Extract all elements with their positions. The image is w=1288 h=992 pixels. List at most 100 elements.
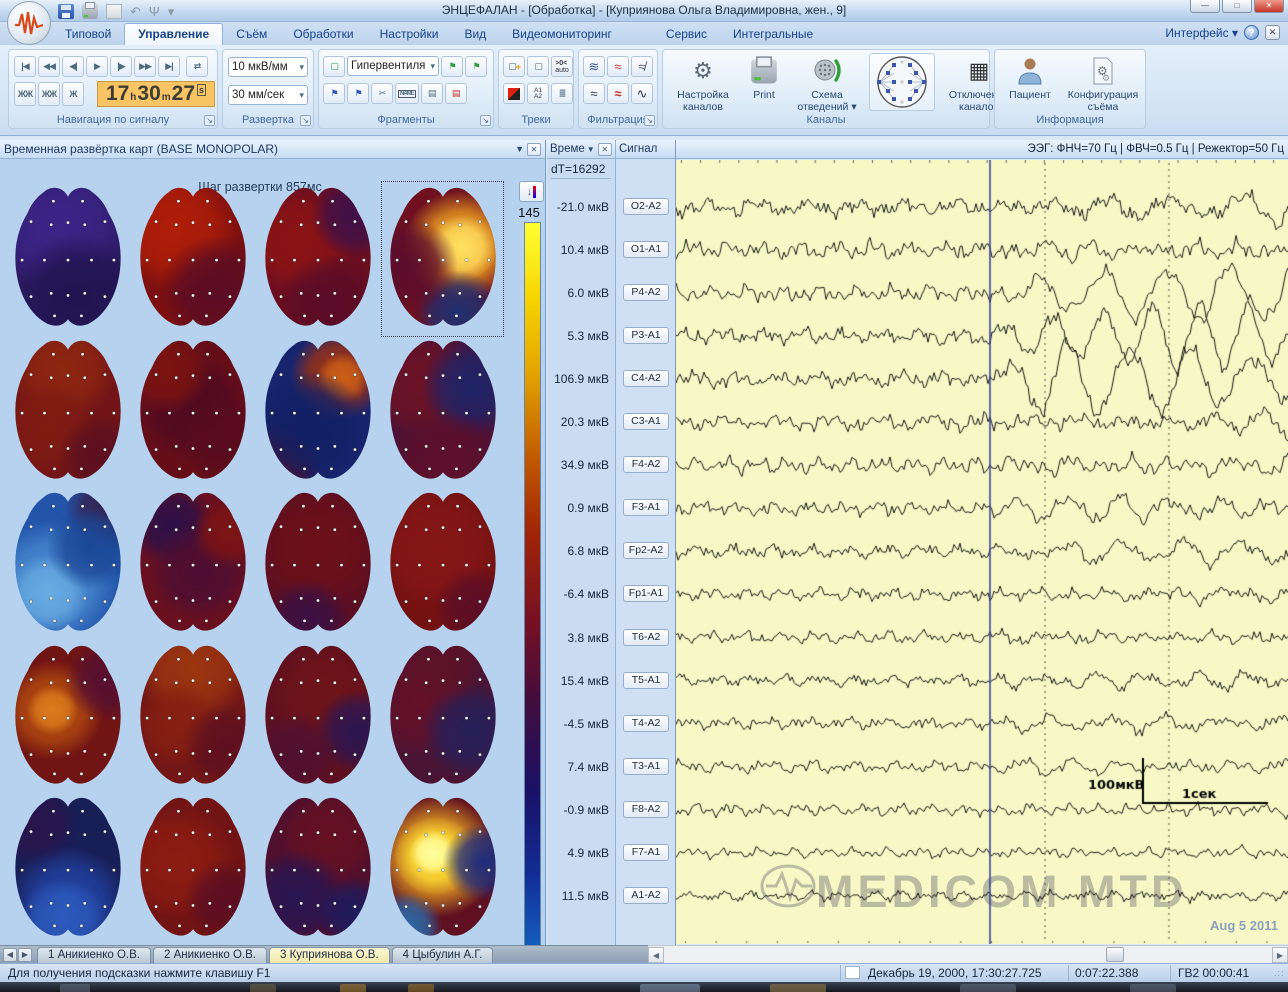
topography-map-18[interactable] bbox=[137, 793, 249, 943]
menu-tab-7[interactable]: Видеомониторинг bbox=[499, 24, 625, 45]
patient-tab-2[interactable]: 2 Аникиенко О.В. bbox=[153, 947, 267, 963]
topography-map-7[interactable] bbox=[262, 336, 374, 486]
time-column-close-icon[interactable]: ✕ bbox=[598, 143, 612, 156]
flag-next-button[interactable]: ⚑ bbox=[465, 56, 487, 77]
topography-map-5[interactable] bbox=[12, 336, 124, 486]
topography-map-2[interactable] bbox=[137, 183, 249, 333]
tab-scroll-left-icon[interactable]: ◀ bbox=[3, 948, 17, 962]
channel-button-C3-A1[interactable]: C3-A1 bbox=[623, 413, 669, 430]
channel-button-C4-A2[interactable]: C4-A2 bbox=[623, 370, 669, 387]
montage-scheme-button[interactable]: Схема отведений ▾ bbox=[789, 54, 865, 113]
menu-tab-1[interactable]: Типовой bbox=[52, 24, 124, 45]
channel-button-T3-A1[interactable]: T3-A1 bbox=[623, 758, 669, 775]
step-forward-button[interactable]: |▶ bbox=[110, 56, 132, 77]
dialog-launcher-icon[interactable]: ↘ bbox=[644, 115, 655, 126]
scroll-right-icon[interactable]: ▶ bbox=[1272, 947, 1288, 963]
maximize-button[interactable]: □ bbox=[1222, 0, 1252, 13]
skip-end-button[interactable]: ▶| bbox=[158, 56, 180, 77]
channel-button-F7-A1[interactable]: F7-A1 bbox=[623, 844, 669, 861]
channel-setup-button[interactable]: ⚙ Настройка каналов bbox=[667, 54, 739, 113]
topography-map-14[interactable] bbox=[137, 641, 249, 791]
track-add-button[interactable]: ▢+ bbox=[503, 56, 525, 77]
track-page-button[interactable]: ▢ bbox=[527, 56, 549, 77]
dialog-launcher-icon[interactable]: ↘ bbox=[480, 115, 491, 126]
topography-map-11[interactable] bbox=[262, 488, 374, 638]
menu-tab-9[interactable]: Интегральные bbox=[720, 24, 826, 45]
channel-button-O1-A1[interactable]: O1-A1 bbox=[623, 241, 669, 258]
resize-grip[interactable]: .:: bbox=[1274, 968, 1286, 980]
fragment-end-button[interactable]: ⚑ bbox=[347, 83, 369, 104]
menu-tab-8[interactable]: Сервис bbox=[653, 24, 720, 45]
filter-band-button[interactable]: ≈ bbox=[583, 83, 605, 104]
channel-button-F8-A2[interactable]: F8-A2 bbox=[623, 801, 669, 818]
interface-menu[interactable]: Интерфейс ▾ bbox=[1165, 26, 1238, 40]
fragment-list-button[interactable]: ▤ bbox=[421, 83, 443, 104]
topography-map-10[interactable] bbox=[137, 488, 249, 638]
menu-tab-4[interactable]: Обработки bbox=[280, 24, 366, 45]
channel-button-T4-A2[interactable]: T4-A2 bbox=[623, 715, 669, 732]
patient-tab-3[interactable]: 3 Куприянова О.В. bbox=[269, 947, 390, 963]
gain-select[interactable]: 10 мкВ/мм▾ bbox=[228, 57, 308, 77]
menu-tab-2[interactable]: Управление bbox=[124, 23, 223, 45]
patient-tab-1[interactable]: 1 Аникиенко О.В. bbox=[37, 947, 151, 963]
channel-button-O2-A2[interactable]: O2-A2 bbox=[623, 198, 669, 215]
walk-clock-button[interactable]: Ж bbox=[62, 82, 84, 106]
menu-tab-6[interactable]: Вид bbox=[451, 24, 499, 45]
channel-button-Fp1-A1[interactable]: Fp1-A1 bbox=[623, 585, 669, 602]
fragment-name-button[interactable]: NAME bbox=[395, 83, 419, 104]
track-invert-button[interactable] bbox=[503, 83, 525, 104]
fragment-type-select[interactable]: Гипервентиляц ▾ bbox=[347, 56, 439, 76]
channel-button-P4-A2[interactable]: P4-A2 bbox=[623, 284, 669, 301]
topography-map-3[interactable] bbox=[262, 183, 374, 333]
topography-map-17[interactable] bbox=[12, 793, 124, 943]
fragment-page-button[interactable]: ▢ bbox=[323, 56, 345, 77]
filter-lowpass-button[interactable]: ≋ bbox=[583, 56, 605, 77]
insert-mark-button[interactable]: ⇄ bbox=[186, 56, 208, 77]
filter-highpass-button[interactable]: ≈ bbox=[607, 56, 629, 77]
print-button[interactable]: Print bbox=[743, 54, 785, 101]
speed-select[interactable]: 30 мм/сек▾ bbox=[228, 85, 308, 105]
close-button[interactable]: ✕ bbox=[1254, 0, 1284, 13]
filter-notch-button[interactable]: ≉ bbox=[631, 56, 653, 77]
topography-map-1[interactable] bbox=[12, 183, 124, 333]
channel-button-P3-A1[interactable]: P3-A1 bbox=[623, 327, 669, 344]
topography-map-19[interactable] bbox=[262, 793, 374, 943]
channel-button-T5-A1[interactable]: T5-A1 bbox=[623, 672, 669, 689]
track-reference-button[interactable]: A1A2 bbox=[527, 83, 549, 104]
topography-map-15[interactable] bbox=[262, 641, 374, 791]
track-link-button[interactable]: ≣ bbox=[551, 83, 573, 104]
topography-map-12[interactable] bbox=[387, 488, 499, 638]
topography-map-16[interactable] bbox=[387, 641, 499, 791]
minimize-button[interactable]: — bbox=[1190, 0, 1220, 13]
fragment-start-button[interactable]: ⚑ bbox=[323, 83, 345, 104]
scroll-left-icon[interactable]: ◀ bbox=[648, 947, 664, 963]
horizontal-scrollbar[interactable]: ◀ ▶ bbox=[648, 945, 1288, 963]
eeg-traces-canvas[interactable] bbox=[676, 160, 1288, 944]
help-icon[interactable]: ? bbox=[1244, 25, 1259, 40]
channel-button-F4-A2[interactable]: F4-A2 bbox=[623, 456, 669, 473]
step-back-button[interactable]: ◀| bbox=[62, 56, 84, 77]
fragment-delete-button[interactable]: ▤ bbox=[445, 83, 467, 104]
fragment-cut-button[interactable]: ✂ bbox=[371, 83, 393, 104]
track-auto-button[interactable]: >0<auto bbox=[551, 56, 573, 77]
chevron-down-icon[interactable]: ▼ bbox=[587, 145, 595, 154]
channel-button-A1-A2[interactable]: A1-A2 bbox=[623, 887, 669, 904]
topography-map-13[interactable] bbox=[12, 641, 124, 791]
eeg-trace-area[interactable]: MEDICOM MTD Aug 5 2011 bbox=[676, 160, 1288, 944]
document-close-icon[interactable]: ✕ bbox=[1265, 25, 1280, 40]
walk-pair-button[interactable]: ЖЖ bbox=[14, 82, 36, 106]
panel-collapse-icon[interactable]: ▼ bbox=[515, 144, 524, 154]
filter-custom-button[interactable]: ∿ bbox=[631, 83, 653, 104]
tab-scroll-right-icon[interactable]: ▶ bbox=[18, 948, 32, 962]
topography-map-20[interactable] bbox=[387, 793, 499, 943]
channel-button-F3-A1[interactable]: F3-A1 bbox=[623, 499, 669, 516]
dialog-launcher-icon[interactable]: ↘ bbox=[204, 115, 215, 126]
app-logo[interactable] bbox=[7, 1, 51, 45]
dialog-launcher-icon[interactable]: ↘ bbox=[300, 115, 311, 126]
skip-start-button[interactable]: |◀ bbox=[14, 56, 36, 77]
panel-close-icon[interactable]: ✕ bbox=[527, 143, 541, 156]
patient-tab-4[interactable]: 4 Цыбулин А.Г. bbox=[392, 947, 494, 963]
colorbar-scale-button[interactable]: ↓ bbox=[519, 181, 544, 202]
channel-button-T6-A2[interactable]: T6-A2 bbox=[623, 629, 669, 646]
channel-button-Fp2-A2[interactable]: Fp2-A2 bbox=[623, 542, 669, 559]
